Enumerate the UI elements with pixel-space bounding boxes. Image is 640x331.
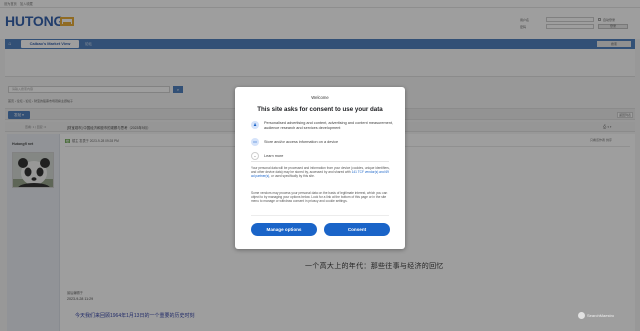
watermark-logo-icon (578, 312, 585, 320)
dialog-paragraph-2: Some vendors may process your personal d… (251, 191, 388, 204)
device-icon: ▭ (251, 138, 259, 146)
dialog-title: This site asks for consent to use your d… (257, 106, 383, 113)
dialog-paragraph-1: Your personal data will be processed and… (251, 166, 390, 179)
learn-more-label[interactable]: Learn more (264, 154, 394, 159)
dialog-divider (251, 161, 389, 162)
feature-text: Personalised advertising and content, ad… (264, 121, 393, 130)
feature-text: Store and/or access information on a dev… (264, 139, 339, 144)
chevron-down-icon[interactable]: ⌄ (251, 152, 259, 160)
person-icon: ♟ (251, 121, 259, 129)
consent-dialog: Welcome This site asks for consent to us… (235, 87, 405, 249)
dialog-welcome: Welcome (311, 95, 329, 100)
dialog-divider-2 (251, 215, 389, 216)
manage-options-button[interactable]: Manage options (251, 223, 317, 236)
consent-button[interactable]: Consent (324, 223, 390, 236)
watermark: SearchMaestro (578, 311, 638, 321)
